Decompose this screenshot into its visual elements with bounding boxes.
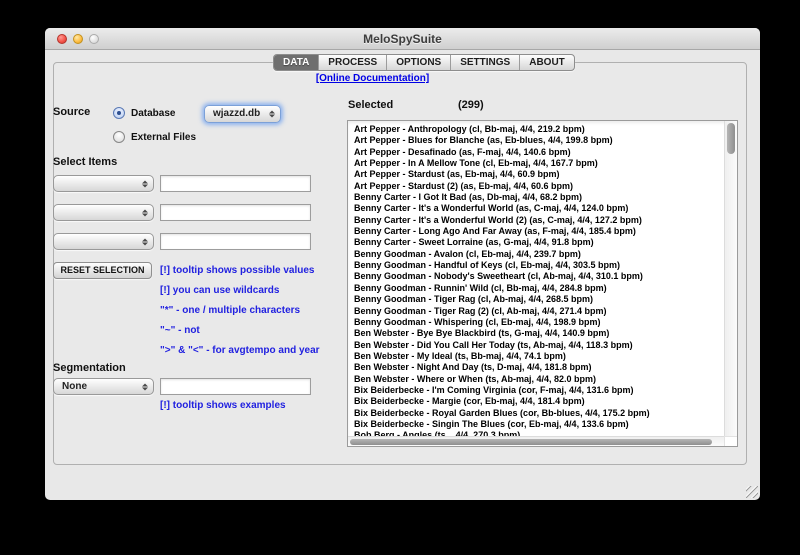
radio-database-label: Database (131, 108, 175, 119)
list-item[interactable]: Benny Goodman - Handful of Keys (cl, Eb-… (354, 260, 724, 271)
radio-external-files[interactable]: External Files (113, 131, 196, 143)
hint-line: [!] tooltip shows possible values (160, 265, 314, 276)
list-item[interactable]: Bix Beiderbecke - I'm Coming Virginia (c… (354, 385, 724, 396)
list-item[interactable]: Benny Goodman - Avalon (cl, Eb-maj, 4/4,… (354, 249, 724, 260)
list-item[interactable]: Benny Goodman - Tiger Rag (2) (cl, Ab-ma… (354, 306, 724, 317)
vertical-scrollbar[interactable] (724, 121, 737, 436)
database-select-value: wjazzd.db (213, 108, 260, 119)
list-item[interactable]: Art Pepper - Stardust (as, Eb-maj, 4/4, … (354, 169, 724, 180)
radio-database[interactable]: Database (113, 107, 175, 119)
list-item[interactable]: Bix Beiderbecke - Singin The Blues (cor,… (354, 419, 724, 430)
radio-button-icon[interactable] (113, 107, 125, 119)
list-item[interactable]: Benny Goodman - Runnin' Wild (cl, Bb-maj… (354, 283, 724, 294)
tab-options[interactable]: OPTIONS (386, 55, 450, 70)
list-item[interactable]: Benny Carter - Sweet Lorraine (as, G-maj… (354, 237, 724, 248)
dropdown-stepper-icon (141, 237, 148, 246)
tab-about[interactable]: ABOUT (519, 55, 574, 70)
selected-listbox[interactable]: Art Pepper - Anthropology (cl, Bb-maj, 4… (347, 120, 738, 447)
hint-line: [!] you can use wildcards (160, 285, 279, 296)
scrollbar-corner (724, 436, 737, 446)
select-item-input-2[interactable] (160, 204, 311, 221)
dropdown-stepper-icon (268, 110, 275, 119)
list-item[interactable]: Benny Goodman - Nobody's Sweetheart (cl,… (354, 271, 724, 282)
list-item[interactable]: Benny Goodman - Whispering (cl, Eb-maj, … (354, 317, 724, 328)
reset-selection-button[interactable]: RESET SELECTION (53, 262, 152, 279)
hint-line: "~" - not (160, 325, 200, 336)
list-item[interactable]: Ben Webster - Where or When (ts, Ab-maj,… (354, 374, 724, 385)
window-title: MeloSpySuite (45, 32, 760, 46)
hint-line: ">" & "<" - for avgtempo and year (160, 345, 320, 356)
resize-grip-icon[interactable] (746, 486, 758, 498)
list-item[interactable]: Art Pepper - In A Mellow Tone (cl, Eb-ma… (354, 158, 724, 169)
selected-list-rows: Art Pepper - Anthropology (cl, Bb-maj, 4… (348, 121, 724, 436)
database-select[interactable]: wjazzd.db (204, 105, 281, 123)
list-item[interactable]: Bix Beiderbecke - Royal Garden Blues (co… (354, 408, 724, 419)
tab-settings[interactable]: SETTINGS (450, 55, 519, 70)
titlebar[interactable]: MeloSpySuite (45, 28, 760, 50)
tab-data[interactable]: DATA (274, 55, 318, 70)
list-item[interactable]: Art Pepper - Stardust (2) (as, Eb-maj, 4… (354, 181, 724, 192)
app-window: MeloSpySuite DATAPROCESSOPTIONSSETTINGSA… (45, 28, 760, 500)
select-items-label: Select Items (53, 156, 117, 168)
segmentation-label: Segmentation (53, 362, 126, 374)
selected-list-count: (299) (458, 99, 484, 111)
tab-bar: DATAPROCESSOPTIONSSETTINGSABOUT (273, 54, 575, 71)
list-item[interactable]: Art Pepper - Blues for Blanche (as, Eb-b… (354, 135, 724, 146)
list-item[interactable]: Art Pepper - Anthropology (cl, Bb-maj, 4… (354, 124, 724, 135)
select-item-dropdown-3[interactable] (53, 233, 154, 250)
select-item-input-3[interactable] (160, 233, 311, 250)
list-item[interactable]: Benny Goodman - Tiger Rag (cl, Ab-maj, 4… (354, 294, 724, 305)
radio-button-icon[interactable] (113, 131, 125, 143)
list-item[interactable]: Bix Beiderbecke - Margie (cor, Eb-maj, 4… (354, 396, 724, 407)
select-item-dropdown-1[interactable] (53, 175, 154, 192)
list-item[interactable]: Benny Carter - It's a Wonderful World (2… (354, 215, 724, 226)
list-item[interactable]: Ben Webster - Night And Day (ts, D-maj, … (354, 362, 724, 373)
select-item-dropdown-2[interactable] (53, 204, 154, 221)
select-item-input-1[interactable] (160, 175, 311, 192)
segmentation-select-value: None (62, 381, 87, 392)
list-item[interactable]: Benny Carter - Long Ago And Far Away (as… (354, 226, 724, 237)
horizontal-scrollbar[interactable] (348, 436, 724, 446)
selected-list-label: Selected (348, 99, 393, 111)
segmentation-hint: [!] tooltip shows examples (160, 400, 286, 411)
dropdown-stepper-icon (141, 179, 148, 188)
vertical-scrollbar-thumb[interactable] (727, 123, 735, 154)
segmentation-select[interactable]: None (53, 378, 154, 395)
list-item[interactable]: Art Pepper - Desafinado (as, F-maj, 4/4,… (354, 147, 724, 158)
horizontal-scrollbar-thumb[interactable] (350, 439, 712, 445)
radio-external-files-label: External Files (131, 132, 196, 143)
dropdown-stepper-icon (141, 208, 148, 217)
tab-process[interactable]: PROCESS (318, 55, 386, 70)
dropdown-stepper-icon (141, 382, 148, 391)
segmentation-input[interactable] (160, 378, 311, 395)
hint-line: "*" - one / multiple characters (160, 305, 300, 316)
list-item[interactable]: Ben Webster - Bye Bye Blackbird (ts, G-m… (354, 328, 724, 339)
online-documentation-link[interactable]: [Online Documentation] (45, 73, 700, 84)
list-item[interactable]: Ben Webster - Did You Call Her Today (ts… (354, 340, 724, 351)
list-item[interactable]: Benny Carter - It's a Wonderful World (a… (354, 203, 724, 214)
list-item[interactable]: Ben Webster - My Ideal (ts, Bb-maj, 4/4,… (354, 351, 724, 362)
source-label: Source (53, 106, 90, 118)
list-item[interactable]: Benny Carter - I Got It Bad (as, Db-maj,… (354, 192, 724, 203)
